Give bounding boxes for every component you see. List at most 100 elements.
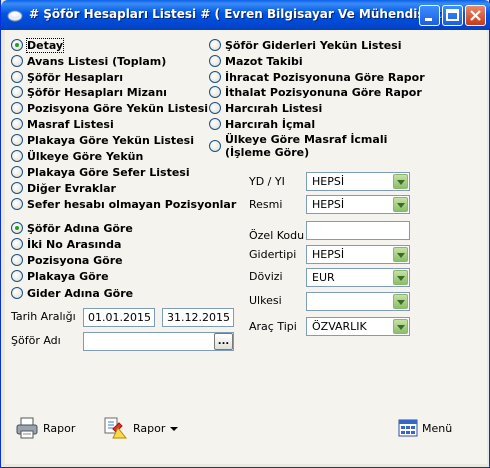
dropdown-caret-icon <box>170 427 179 431</box>
radio-icon <box>209 140 221 152</box>
report-type-radio[interactable]: Plakaya Göre Yekün Listesi <box>11 133 194 147</box>
minimize-button[interactable] <box>419 5 440 26</box>
radio-label: Masraf Listesi <box>27 117 114 131</box>
dovizi-select[interactable]: EUR <box>306 268 410 287</box>
radio-label: İki No Arasında <box>27 237 122 251</box>
radio-icon <box>209 39 221 51</box>
radio-label: Şöför Hesapları <box>27 70 123 84</box>
radio-selected-icon <box>11 222 23 234</box>
driver-name-input[interactable] <box>83 332 234 351</box>
radio-icon <box>209 71 221 83</box>
radio-label: Mazot Takibi <box>225 54 303 68</box>
radio-icon <box>11 287 23 299</box>
report-type-radio[interactable]: Sefer hesabı olmayan Pozisyonlar <box>11 197 236 211</box>
radio-icon <box>11 86 23 98</box>
dovizi-label: Dövizi <box>249 270 283 283</box>
radio-icon <box>209 102 221 114</box>
report-type-radio[interactable]: Ülkeye Göre Yekün <box>11 149 143 163</box>
print-report-button[interactable]: Rapor <box>15 415 75 441</box>
radio-icon <box>11 198 23 210</box>
ozel-kodu-label: Özel Kodu <box>249 229 305 242</box>
report-type-radio[interactable]: Şöför Hesapları <box>11 70 123 84</box>
report-type-radio[interactable]: İthalat Pozisyonuna Göre Rapor <box>209 85 422 99</box>
report-type-radio[interactable]: Şöför Giderleri Yekün Listesi <box>209 38 401 52</box>
yd-yi-select[interactable]: HEPSİ <box>306 172 410 191</box>
date-range-label: Tarih Aralığı <box>11 310 76 323</box>
radio-label: Avans Listesi (Toplam) <box>27 54 167 68</box>
radio-icon <box>11 55 23 67</box>
driver-name-label: Şöför Adı <box>11 334 61 347</box>
gidertipi-select[interactable]: HEPSİ <box>306 245 410 264</box>
maximize-button[interactable] <box>442 5 463 26</box>
radio-selected-icon <box>11 39 23 51</box>
app-icon <box>7 10 23 22</box>
ulkesi-select[interactable] <box>306 292 410 311</box>
ozel-kodu-input[interactable] <box>306 221 410 240</box>
menu-button[interactable]: Menü <box>398 415 452 441</box>
grouping-radio[interactable]: Pozisyona Göre <box>11 253 123 267</box>
dropdown-arrow-icon[interactable] <box>393 247 408 262</box>
yd-yi-value: HEPSİ <box>312 175 345 188</box>
grouping-radio[interactable]: İki No Arasında <box>11 237 121 251</box>
radio-label: Gider Adına Göre <box>27 286 134 300</box>
report-type-radio[interactable]: Detay <box>11 37 65 53</box>
radio-label: Sefer hesabı olmayan Pozisyonlar <box>27 197 237 211</box>
radio-label: Plakaya Göre Yekün Listesi <box>27 133 194 147</box>
radio-label: İhracat Pozisyonuna Göre Rapor <box>225 70 425 84</box>
radio-icon <box>11 254 23 266</box>
grouping-radio[interactable]: Gider Adına Göre <box>11 286 133 300</box>
radio-icon <box>11 134 23 146</box>
printer-icon <box>16 417 38 439</box>
dropdown-arrow-icon[interactable] <box>393 197 408 212</box>
resmi-select[interactable]: HEPSİ <box>306 195 410 214</box>
report-type-radio[interactable]: Şöför Hesapları Mizanı <box>11 85 167 99</box>
radio-label: Şöför Giderleri Yekün Listesi <box>225 38 402 52</box>
form-body: Detay Avans Listesi (Toplam) Şöför Hesap… <box>5 30 487 464</box>
dropdown-arrow-icon[interactable] <box>393 319 408 334</box>
title-bar[interactable]: # Şöför Hesapları Listesi # ( Evren Bilg… <box>1 0 490 30</box>
radio-label: Plakaya Göre Sefer Listesi <box>27 165 190 179</box>
end-date-input[interactable]: 31.12.2015 <box>162 308 234 327</box>
resmi-label: Resmi <box>249 198 283 211</box>
report-type-radio[interactable]: Avans Listesi (Toplam) <box>11 54 166 68</box>
dropdown-arrow-icon[interactable] <box>393 270 408 285</box>
report-type-radio[interactable]: Harcırah İçmal <box>209 117 315 131</box>
radio-icon <box>209 55 221 67</box>
radio-label: Ülkeye Göre Yekün <box>27 149 144 163</box>
report-type-radio[interactable]: Ülkeye Göre Masraf İcmali (İşleme Göre) <box>209 133 387 159</box>
arac-tipi-select[interactable]: ÖZVARLIK <box>306 317 410 336</box>
radio-icon <box>11 238 23 250</box>
dropdown-arrow-icon[interactable] <box>393 294 408 309</box>
grouping-radio[interactable]: Şöför Adına Göre <box>11 221 133 235</box>
report-type-radio[interactable]: Plakaya Göre Sefer Listesi <box>11 165 190 179</box>
gidertipi-label: Gidertipi <box>249 248 297 261</box>
browse-button[interactable]: ... <box>214 333 233 350</box>
menu-label: Menü <box>422 421 453 435</box>
start-date-input[interactable]: 01.01.2015 <box>83 308 155 327</box>
close-button[interactable] <box>465 5 486 26</box>
menu-grid-icon <box>398 419 418 437</box>
report-type-radio[interactable]: Harcırah Listesi <box>209 101 322 115</box>
report-dropdown-button[interactable]: Rapor <box>103 415 183 441</box>
arac-tipi-value: ÖZVARLIK <box>312 320 367 333</box>
application-window: # Şöför Hesapları Listesi # ( Evren Bilg… <box>0 0 490 468</box>
dropdown-arrow-icon[interactable] <box>393 174 408 189</box>
yd-yi-label: YD / YI <box>249 175 285 188</box>
report-export-icon <box>104 417 128 439</box>
radio-icon <box>11 182 23 194</box>
gidertipi-value: HEPSİ <box>312 248 345 261</box>
radio-label: Plakaya Göre <box>27 269 109 283</box>
minimize-icon <box>425 18 432 21</box>
report-type-radio[interactable]: Diğer Evraklar <box>11 181 116 195</box>
radio-icon <box>11 150 23 162</box>
radio-label: Şöför Adına Göre <box>27 221 133 235</box>
grouping-radio[interactable]: Plakaya Göre <box>11 269 109 283</box>
radio-icon <box>11 270 23 282</box>
report-type-radio[interactable]: Mazot Takibi <box>209 54 303 68</box>
close-icon <box>470 10 481 21</box>
report-type-radio[interactable]: İhracat Pozisyonuna Göre Rapor <box>209 70 425 84</box>
report-type-radio[interactable]: Masraf Listesi <box>11 117 114 131</box>
report-type-radio[interactable]: Pozisyona Göre Yekün Listesi <box>11 101 208 115</box>
radio-icon <box>11 71 23 83</box>
dovizi-value: EUR <box>312 271 335 284</box>
